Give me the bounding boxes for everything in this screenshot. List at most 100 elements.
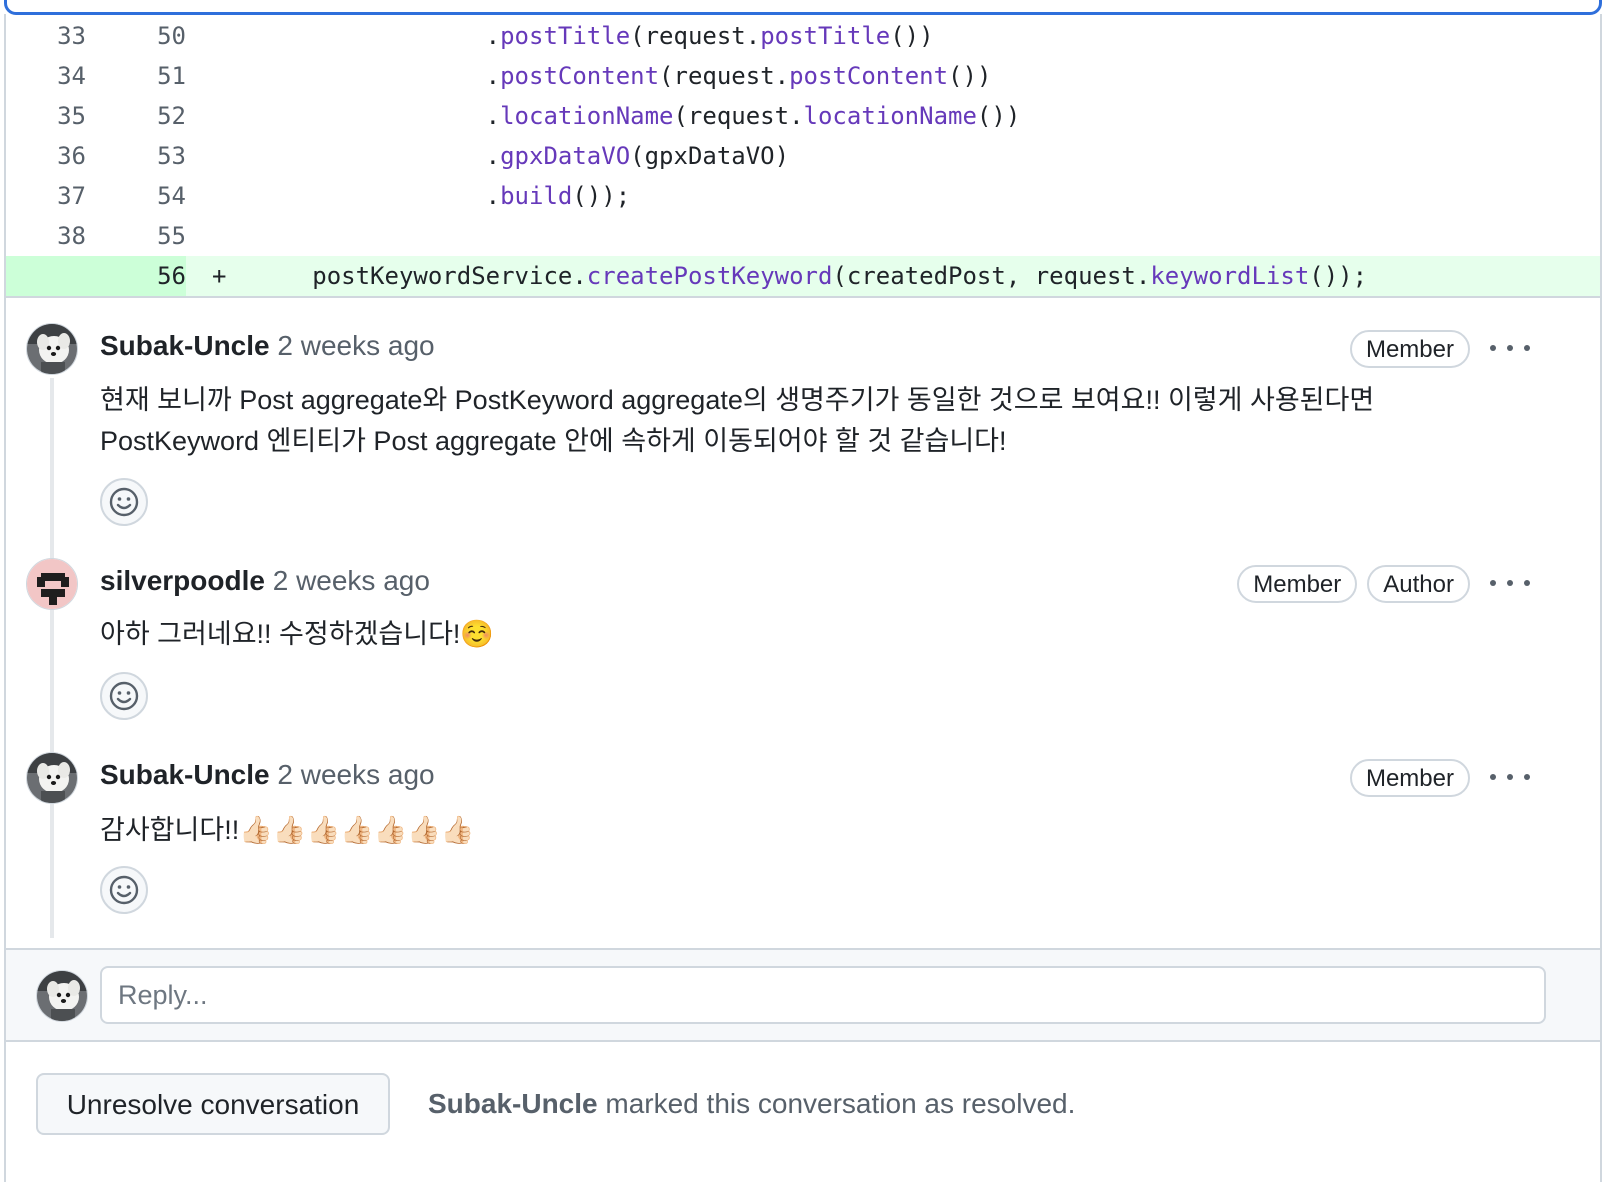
- code-method-token: locationName: [500, 102, 674, 130]
- code-line: .postTitle(request.postTitle()): [240, 16, 934, 56]
- smiley-icon: [109, 681, 139, 711]
- diff-divider: [6, 296, 1600, 298]
- resolver-name[interactable]: Subak-Uncle: [428, 1088, 598, 1119]
- resolved-note: Subak-Uncle marked this conversation as …: [428, 1086, 1075, 1122]
- code-method-token: postTitle: [500, 22, 631, 50]
- code-token: (request.: [630, 22, 761, 50]
- badges: Member Author: [1237, 565, 1470, 603]
- code-line: .locationName(request.locationName()): [240, 96, 1021, 136]
- code-line: .build());: [240, 176, 631, 216]
- code-method-token: keywordList: [1150, 262, 1310, 290]
- old-line-number[interactable]: 36: [6, 136, 86, 176]
- comment-author[interactable]: silverpoodle: [100, 565, 265, 596]
- diff-line: 33 50 .postTitle(request.postTitle()): [6, 16, 1600, 56]
- code-token: ()): [890, 22, 934, 50]
- code-token: (request.: [659, 62, 790, 90]
- code-token: ()): [948, 62, 992, 90]
- pixel-avatar[interactable]: [26, 558, 78, 610]
- code-line: .gpxDataVO(gpxDataVO): [240, 136, 789, 176]
- kebab-horizontal-icon[interactable]: [1490, 333, 1530, 363]
- diff-line: 34 51 .postContent(request.postContent()): [6, 56, 1600, 96]
- focused-box-edge: [4, 0, 1602, 15]
- code-method-token: createPostKeyword: [586, 262, 833, 290]
- diff-table: 33 50 .postTitle(request.postTitle()) 34 51…: [6, 16, 1600, 296]
- code-line: .postContent(request.postContent()): [240, 56, 992, 96]
- code-token: (createdPost, request.: [832, 262, 1151, 290]
- old-line-number[interactable]: 35: [6, 96, 86, 136]
- code-method-token: gpxDataVO: [500, 142, 631, 170]
- code-token: .: [485, 22, 501, 50]
- code-token: .: [485, 102, 501, 130]
- new-line-number[interactable]: 54: [86, 176, 186, 216]
- old-line-number[interactable]: 33: [6, 16, 86, 56]
- code-token: (request.: [673, 102, 804, 130]
- old-line-number[interactable]: 34: [6, 56, 86, 96]
- code-token: .: [485, 62, 501, 90]
- code-token: ());: [1309, 262, 1368, 290]
- diff-line: 37 54 .build());: [6, 176, 1600, 216]
- add-reaction-button[interactable]: [100, 866, 148, 914]
- diff-line: 36 53 .gpxDataVO(gpxDataVO): [6, 136, 1600, 176]
- code-method-token: locationName: [803, 102, 977, 130]
- member-badge: Member: [1237, 565, 1358, 603]
- reply-input[interactable]: [100, 966, 1546, 1024]
- badges: Member: [1349, 330, 1470, 368]
- dog-avatar[interactable]: [26, 752, 78, 804]
- code-method-token: build: [500, 182, 573, 210]
- old-line-number[interactable]: [6, 256, 86, 296]
- comment-timestamp[interactable]: 2 weeks ago: [277, 759, 434, 790]
- add-reaction-button[interactable]: [100, 672, 148, 720]
- dog-avatar[interactable]: [36, 970, 88, 1022]
- diff-line: 38 55: [6, 216, 1600, 256]
- old-line-number[interactable]: 37: [6, 176, 86, 216]
- kebab-horizontal-icon[interactable]: [1490, 568, 1530, 598]
- new-line-number[interactable]: 50: [86, 16, 186, 56]
- new-line-number[interactable]: 55: [86, 216, 186, 256]
- old-line-number[interactable]: 38: [6, 216, 86, 256]
- reply-area: [6, 948, 1600, 1042]
- comment-header: silverpoodle 2 weeks ago: [100, 563, 430, 599]
- code-token: .: [485, 142, 501, 170]
- author-badge: Author: [1367, 565, 1470, 603]
- code-token: ());: [572, 182, 631, 210]
- code-method-token: postContent: [789, 62, 949, 90]
- code-token: ()): [976, 102, 1021, 130]
- diff-line-added: 56 + postKeywordService.createPostKeyword…: [6, 256, 1600, 296]
- new-line-number[interactable]: 56: [86, 256, 186, 296]
- add-reaction-button[interactable]: [100, 478, 148, 526]
- badges: Member: [1349, 759, 1470, 797]
- member-badge: Member: [1349, 759, 1470, 797]
- new-line-number[interactable]: 51: [86, 56, 186, 96]
- diff-line: 35 52 .locationName(request.locationName(…: [6, 96, 1600, 136]
- smiley-icon: [109, 875, 139, 905]
- thread-timeline-line: [50, 378, 54, 938]
- dog-avatar[interactable]: [26, 323, 78, 375]
- comment-body: 아하 그러네요!! 수정하겠습니다!☺️: [100, 619, 495, 649]
- code-method-token: postTitle: [760, 22, 891, 50]
- pr-review-thread: 33 50 .postTitle(request.postTitle()) 34 51…: [0, 0, 1608, 1182]
- new-line-number[interactable]: 53: [86, 136, 186, 176]
- comment-body: 현재 보니까 Post aggregate와 PostKeyword aggre…: [100, 385, 1375, 456]
- unresolve-conversation-button[interactable]: Unresolve conversation: [36, 1073, 390, 1135]
- code-token: (gpxDataVO): [630, 142, 790, 170]
- comment-author[interactable]: Subak-Uncle: [100, 330, 270, 361]
- new-line-number[interactable]: 52: [86, 96, 186, 136]
- code-line: postKeywordService.createPostKeyword(cre…: [240, 256, 1367, 296]
- kebab-horizontal-icon[interactable]: [1490, 762, 1530, 792]
- comment-timestamp[interactable]: 2 weeks ago: [273, 565, 430, 596]
- comment-body: 감사합니다!!👍🏻👍🏻👍🏻👍🏻👍🏻👍🏻👍🏻: [100, 815, 475, 845]
- code-method-token: postContent: [500, 62, 660, 90]
- comment-timestamp[interactable]: 2 weeks ago: [277, 330, 434, 361]
- comment-header: Subak-Uncle 2 weeks ago: [100, 328, 435, 364]
- member-badge: Member: [1349, 330, 1470, 368]
- code-token: postKeywordService.: [312, 262, 587, 290]
- code-token: .: [485, 182, 501, 210]
- resolved-text: marked this conversation as resolved.: [597, 1088, 1076, 1119]
- comment-author[interactable]: Subak-Uncle: [100, 759, 270, 790]
